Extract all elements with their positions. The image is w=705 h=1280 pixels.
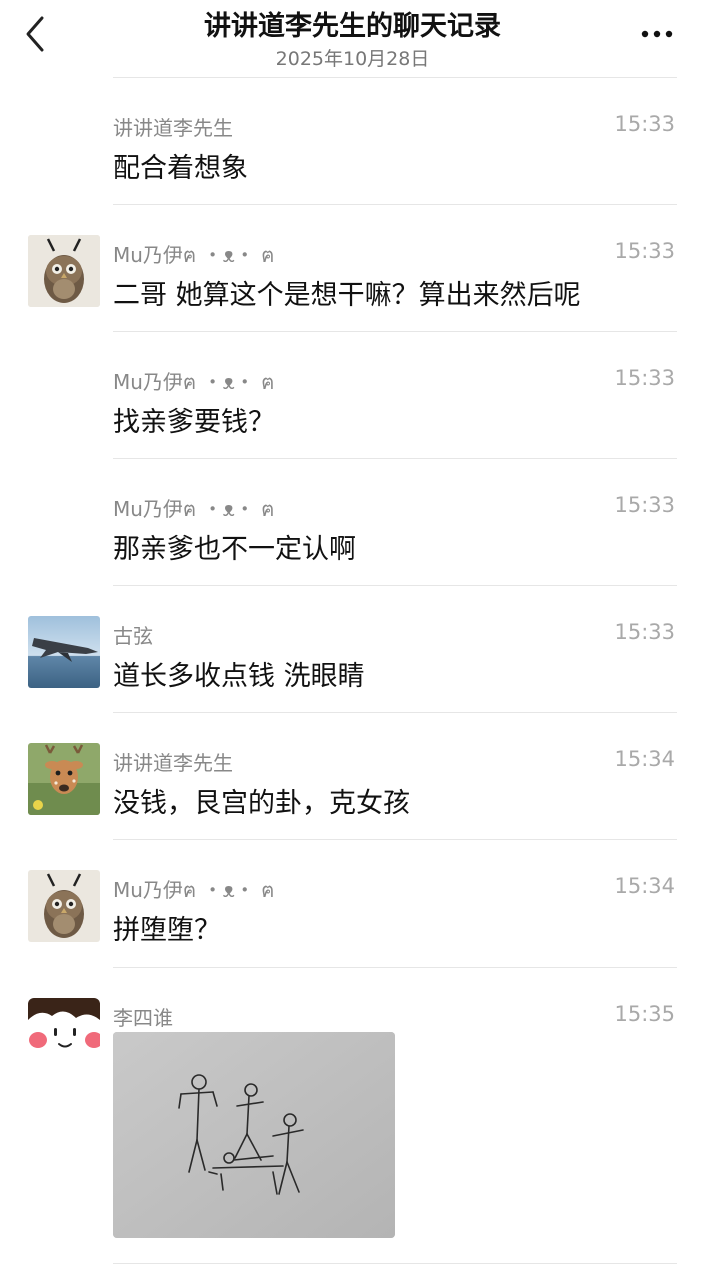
message-item[interactable]: 古弦 15:33 道长多收点钱 洗眼睛	[0, 586, 705, 713]
more-dots-icon	[641, 30, 673, 38]
message-item[interactable]: 讲讲道李先生 15:33 配合着想象	[0, 78, 705, 205]
message-item[interactable]: Mu乃伊ฅ ・ᴥ・ ฅ 15:33 二哥 她算这个是想干嘛？算出来然后呢	[0, 205, 705, 332]
page-title: 讲讲道李先生的聊天记录	[204, 11, 501, 42]
message-time: 15:33	[614, 112, 675, 136]
jet-avatar[interactable]	[28, 616, 100, 688]
message-item[interactable]: Mu乃伊ฅ ・ᴥ・ ฅ 15:33 找亲爹要钱？	[0, 332, 705, 459]
message-divider	[113, 1263, 677, 1264]
message-text: 拼堕堕？	[113, 915, 221, 946]
message-item[interactable]: 李四谁 15:35	[0, 968, 705, 1264]
message-text: 找亲爹要钱？	[113, 407, 275, 438]
message-time: 15:33	[614, 493, 675, 517]
message-time: 15:34	[614, 874, 675, 898]
owl-avatar[interactable]	[28, 235, 100, 307]
message-time: 15:33	[614, 366, 675, 390]
message-item[interactable]: Mu乃伊ฅ ・ᴥ・ ฅ 15:33 那亲爹也不一定认啊	[0, 459, 705, 586]
owl-avatar[interactable]	[28, 870, 100, 942]
message-text: 配合着想象	[113, 153, 248, 184]
sender-name: Mu乃伊ฅ ・ᴥ・ ฅ	[113, 243, 275, 267]
cartoon-girl-avatar[interactable]	[28, 998, 100, 1070]
message-time: 15:34	[614, 747, 675, 771]
message-item[interactable]: 讲讲道李先生 15:34 没钱，艮宫的卦，克女孩	[0, 713, 705, 840]
message-time: 15:33	[614, 239, 675, 263]
message-time: 15:35	[614, 1002, 675, 1026]
message-text: 那亲爹也不一定认啊	[113, 534, 356, 565]
deer-avatar[interactable]	[28, 743, 100, 815]
sender-name: 李四谁	[113, 1006, 173, 1030]
message-item[interactable]: Mu乃伊ฅ ・ᴥ・ ฅ 15:34 拼堕堕？	[0, 840, 705, 968]
message-text: 道长多收点钱 洗眼睛	[113, 661, 365, 692]
sender-name: Mu乃伊ฅ ・ᴥ・ ฅ	[113, 497, 275, 521]
more-button[interactable]	[639, 16, 679, 52]
message-text: 二哥 她算这个是想干嘛？算出来然后呢	[113, 280, 581, 311]
chat-history-header: 讲讲道李先生的聊天记录 2025年10月28日	[0, 0, 705, 78]
sender-name: 古弦	[113, 624, 153, 648]
message-text: 没钱，艮宫的卦，克女孩	[113, 788, 410, 819]
message-time: 15:33	[614, 620, 675, 644]
sender-name: Mu乃伊ฅ ・ᴥ・ ฅ	[113, 878, 275, 902]
sender-name: 讲讲道李先生	[113, 116, 233, 140]
sender-name: 讲讲道李先生	[113, 751, 233, 775]
sender-name: Mu乃伊ฅ ・ᴥ・ ฅ	[113, 370, 275, 394]
chat-date: 2025年10月28日	[275, 48, 430, 70]
message-image[interactable]	[113, 1032, 395, 1238]
